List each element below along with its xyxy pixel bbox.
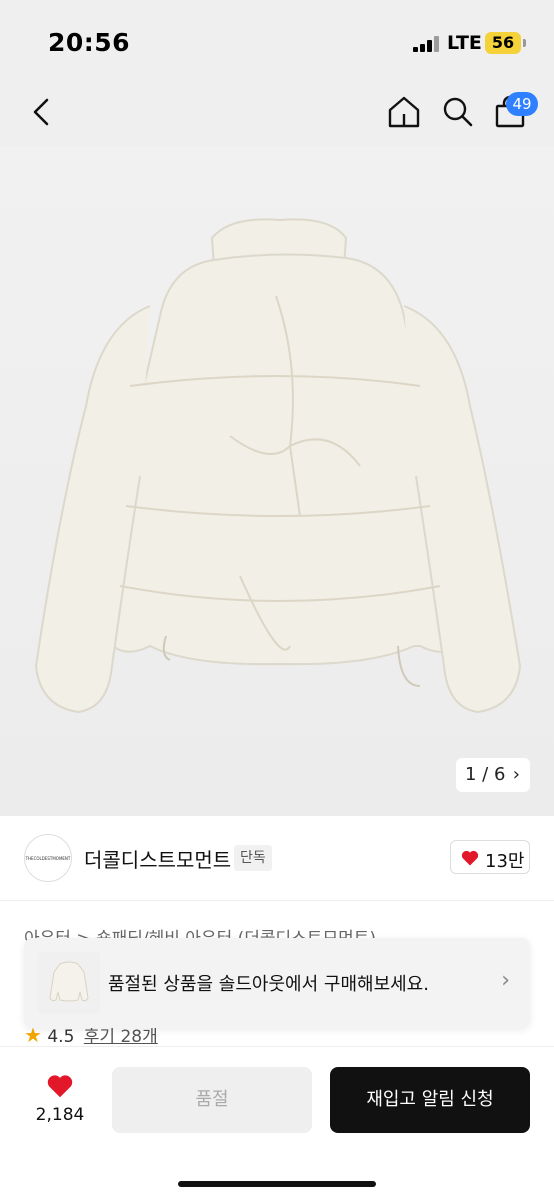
product-image [34,218,522,714]
home-icon [388,96,420,128]
wishlist-button[interactable]: 2,184 [28,1071,92,1131]
restock-alert-button[interactable]: 재입고 알림 신청 [330,1067,530,1133]
network-label: LTE [447,32,482,54]
exclusive-tag: 단독 [234,845,272,871]
rating-score: 4.5 [47,1027,75,1047]
soldout-button[interactable]: 품절 [112,1067,312,1133]
review-link[interactable]: 후기 28개 [84,1027,158,1047]
brand-like-button[interactable]: 13만 [450,840,530,874]
banner-message: 품절된 상품을 솔드아웃에서 구매해보세요. [108,974,429,995]
home-button[interactable] [384,92,424,132]
heart-icon [47,1075,73,1098]
signal-icon [413,36,439,52]
status-bar: 20:56 LTE 56 [0,0,554,80]
wishlist-count: 2,184 [35,1105,85,1125]
brand-name[interactable]: 더콜디스트모먼트 [84,844,231,873]
brand-like-count: 13만 [485,851,525,872]
gallery-pager[interactable]: 1 / 6 › [456,758,530,792]
soldout-promo-banner[interactable]: 품절된 상품을 솔드아웃에서 구매해보세요. › [24,938,530,1028]
bottom-action-bar: 2,184 품절 재입고 알림 신청 [0,1046,554,1200]
back-button[interactable] [26,94,60,130]
home-indicator [178,1181,376,1187]
divider [0,900,554,901]
brand-logo[interactable]: THECOLDESTMOMENT [24,834,72,882]
battery-tip [523,39,526,47]
status-time: 20:56 [48,28,131,57]
nav-bar [0,80,554,146]
heart-icon [461,850,479,866]
back-icon [33,98,49,126]
gallery-indicator: 1 / 6 [465,764,506,785]
chevron-right-icon: › [501,968,510,993]
cart-count-badge: 49 [506,92,538,116]
product-thumbnail [38,952,100,1014]
search-button[interactable] [438,92,478,132]
product-image-gallery[interactable] [0,146,554,816]
chevron-right-icon: › [512,764,520,785]
brand-row: THECOLDESTMOMENT 더콜디스트모먼트 단독 13만 [0,816,554,900]
search-icon [443,97,473,127]
battery-indicator: 56 [485,32,521,54]
